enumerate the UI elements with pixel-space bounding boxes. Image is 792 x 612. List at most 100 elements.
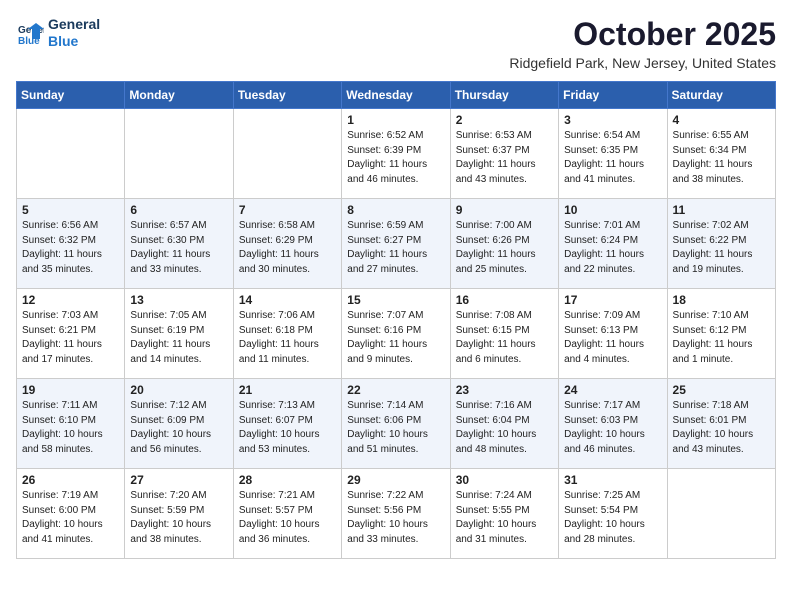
calendar-cell: 14 Sunrise: 7:06 AM Sunset: 6:18 PM Dayli… xyxy=(233,289,341,379)
day-info: Sunrise: 7:07 AM Sunset: 6:16 PM Dayligh… xyxy=(347,309,444,367)
calendar-cell: 5 Sunrise: 6:56 AM Sunset: 6:32 PM Daylig… xyxy=(17,199,125,289)
day-info: Sunrise: 7:11 AM Sunset: 6:10 PM Dayligh… xyxy=(22,399,119,457)
day-number: 15 xyxy=(347,293,444,307)
calendar-cell: 24 Sunrise: 7:17 AM Sunset: 6:03 PM Dayli… xyxy=(559,379,667,469)
calendar-cell: 3 Sunrise: 6:54 AM Sunset: 6:35 PM Daylig… xyxy=(559,109,667,199)
day-info: Sunrise: 7:17 AM Sunset: 6:03 PM Dayligh… xyxy=(564,399,661,457)
weekday-header-monday: Monday xyxy=(125,82,233,109)
day-number: 7 xyxy=(239,203,336,217)
day-info: Sunrise: 7:16 AM Sunset: 6:04 PM Dayligh… xyxy=(456,399,553,457)
day-number: 3 xyxy=(564,113,661,127)
weekday-header-wednesday: Wednesday xyxy=(342,82,450,109)
day-number: 21 xyxy=(239,383,336,397)
calendar-cell: 28Sunrise: 7:21 AM Sunset: 5:57 PM Dayli… xyxy=(233,469,341,559)
day-number: 24 xyxy=(564,383,661,397)
day-number: 26 xyxy=(22,473,119,487)
calendar-cell: 25 Sunrise: 7:18 AM Sunset: 6:01 PM Dayli… xyxy=(667,379,775,469)
month-title: October 2025 xyxy=(509,16,776,53)
day-info: Sunrise: 7:02 AM Sunset: 6:22 PM Dayligh… xyxy=(673,219,770,277)
day-number: 27 xyxy=(130,473,227,487)
day-number: 29 xyxy=(347,473,444,487)
day-info: Sunrise: 6:52 AM Sunset: 6:39 PM Dayligh… xyxy=(347,129,444,187)
calendar-cell xyxy=(125,109,233,199)
calendar-cell: 10 Sunrise: 7:01 AM Sunset: 6:24 PM Dayli… xyxy=(559,199,667,289)
calendar-cell: 27 Sunrise: 7:20 AM Sunset: 5:59 PM Dayli… xyxy=(125,469,233,559)
calendar-cell: 26 Sunrise: 7:19 AM Sunset: 6:00 PM Dayli… xyxy=(17,469,125,559)
day-info: Sunrise: 7:21 AM Sunset: 5:57 PM Dayligh… xyxy=(239,489,336,547)
weekday-header-tuesday: Tuesday xyxy=(233,82,341,109)
day-number: 5 xyxy=(22,203,119,217)
calendar-week-row: 5 Sunrise: 6:56 AM Sunset: 6:32 PM Daylig… xyxy=(17,199,776,289)
day-number: 6 xyxy=(130,203,227,217)
calendar-cell: 19 Sunrise: 7:11 AM Sunset: 6:10 PM Dayli… xyxy=(17,379,125,469)
day-number: 2 xyxy=(456,113,553,127)
day-info: Sunrise: 7:06 AM Sunset: 6:18 PM Dayligh… xyxy=(239,309,336,367)
day-number: 4 xyxy=(673,113,770,127)
day-info: Sunrise: 7:25 AM Sunset: 5:54 PM Dayligh… xyxy=(564,489,661,547)
calendar-cell: 11 Sunrise: 7:02 AM Sunset: 6:22 PM Dayli… xyxy=(667,199,775,289)
day-info: Sunrise: 6:54 AM Sunset: 6:35 PM Dayligh… xyxy=(564,129,661,187)
weekday-header-sunday: Sunday xyxy=(17,82,125,109)
day-number: 23 xyxy=(456,383,553,397)
logo-icon: General Blue xyxy=(16,19,44,47)
calendar-table: SundayMondayTuesdayWednesdayThursdayFrid… xyxy=(16,81,776,559)
day-number: 20 xyxy=(130,383,227,397)
day-number: 11 xyxy=(673,203,770,217)
day-info: Sunrise: 7:05 AM Sunset: 6:19 PM Dayligh… xyxy=(130,309,227,367)
day-info: Sunrise: 7:18 AM Sunset: 6:01 PM Dayligh… xyxy=(673,399,770,457)
calendar-week-row: 26 Sunrise: 7:19 AM Sunset: 6:00 PM Dayli… xyxy=(17,469,776,559)
calendar-cell: 4Sunrise: 6:55 AM Sunset: 6:34 PM Daylig… xyxy=(667,109,775,199)
calendar-cell: 29Sunrise: 7:22 AM Sunset: 5:56 PM Dayli… xyxy=(342,469,450,559)
calendar-cell: 12Sunrise: 7:03 AM Sunset: 6:21 PM Dayli… xyxy=(17,289,125,379)
logo-text-blue: Blue xyxy=(48,33,100,50)
day-number: 30 xyxy=(456,473,553,487)
calendar-cell: 9Sunrise: 7:00 AM Sunset: 6:26 PM Daylig… xyxy=(450,199,558,289)
day-info: Sunrise: 6:57 AM Sunset: 6:30 PM Dayligh… xyxy=(130,219,227,277)
calendar-cell: 15 Sunrise: 7:07 AM Sunset: 6:16 PM Dayli… xyxy=(342,289,450,379)
day-number: 22 xyxy=(347,383,444,397)
day-info: Sunrise: 7:19 AM Sunset: 6:00 PM Dayligh… xyxy=(22,489,119,547)
day-info: Sunrise: 7:24 AM Sunset: 5:55 PM Dayligh… xyxy=(456,489,553,547)
weekday-header-friday: Friday xyxy=(559,82,667,109)
day-number: 9 xyxy=(456,203,553,217)
day-info: Sunrise: 7:12 AM Sunset: 6:09 PM Dayligh… xyxy=(130,399,227,457)
location-subtitle: Ridgefield Park, New Jersey, United Stat… xyxy=(509,55,776,71)
calendar-cell: 31 Sunrise: 7:25 AM Sunset: 5:54 PM Dayli… xyxy=(559,469,667,559)
calendar-cell: 18Sunrise: 7:10 AM Sunset: 6:12 PM Dayli… xyxy=(667,289,775,379)
day-info: Sunrise: 6:53 AM Sunset: 6:37 PM Dayligh… xyxy=(456,129,553,187)
day-info: Sunrise: 7:08 AM Sunset: 6:15 PM Dayligh… xyxy=(456,309,553,367)
day-number: 31 xyxy=(564,473,661,487)
calendar-week-row: 1 Sunrise: 6:52 AM Sunset: 6:39 PM Daylig… xyxy=(17,109,776,199)
day-info: Sunrise: 7:01 AM Sunset: 6:24 PM Dayligh… xyxy=(564,219,661,277)
weekday-header-saturday: Saturday xyxy=(667,82,775,109)
day-number: 14 xyxy=(239,293,336,307)
weekday-header-thursday: Thursday xyxy=(450,82,558,109)
day-number: 25 xyxy=(673,383,770,397)
calendar-cell: 23 Sunrise: 7:16 AM Sunset: 6:04 PM Dayli… xyxy=(450,379,558,469)
calendar-cell: 8 Sunrise: 6:59 AM Sunset: 6:27 PM Daylig… xyxy=(342,199,450,289)
day-info: Sunrise: 7:13 AM Sunset: 6:07 PM Dayligh… xyxy=(239,399,336,457)
day-info: Sunrise: 7:03 AM Sunset: 6:21 PM Dayligh… xyxy=(22,309,119,367)
calendar-cell xyxy=(667,469,775,559)
calendar-header-row: SundayMondayTuesdayWednesdayThursdayFrid… xyxy=(17,82,776,109)
day-number: 19 xyxy=(22,383,119,397)
calendar-cell: 30 Sunrise: 7:24 AM Sunset: 5:55 PM Dayli… xyxy=(450,469,558,559)
day-number: 17 xyxy=(564,293,661,307)
day-number: 1 xyxy=(347,113,444,127)
calendar-cell: 6 Sunrise: 6:57 AM Sunset: 6:30 PM Daylig… xyxy=(125,199,233,289)
calendar-cell: 22 Sunrise: 7:14 AM Sunset: 6:06 PM Dayli… xyxy=(342,379,450,469)
day-info: Sunrise: 7:14 AM Sunset: 6:06 PM Dayligh… xyxy=(347,399,444,457)
calendar-cell: 21 Sunrise: 7:13 AM Sunset: 6:07 PM Dayli… xyxy=(233,379,341,469)
day-number: 10 xyxy=(564,203,661,217)
calendar-cell: 2 Sunrise: 6:53 AM Sunset: 6:37 PM Daylig… xyxy=(450,109,558,199)
day-info: Sunrise: 7:09 AM Sunset: 6:13 PM Dayligh… xyxy=(564,309,661,367)
calendar-week-row: 12Sunrise: 7:03 AM Sunset: 6:21 PM Dayli… xyxy=(17,289,776,379)
day-number: 8 xyxy=(347,203,444,217)
page-header: General Blue General Blue October 2025 R… xyxy=(16,16,776,71)
day-info: Sunrise: 7:20 AM Sunset: 5:59 PM Dayligh… xyxy=(130,489,227,547)
logo: General Blue General Blue xyxy=(16,16,100,50)
day-info: Sunrise: 6:56 AM Sunset: 6:32 PM Dayligh… xyxy=(22,219,119,277)
day-info: Sunrise: 6:59 AM Sunset: 6:27 PM Dayligh… xyxy=(347,219,444,277)
day-info: Sunrise: 6:58 AM Sunset: 6:29 PM Dayligh… xyxy=(239,219,336,277)
calendar-cell xyxy=(233,109,341,199)
